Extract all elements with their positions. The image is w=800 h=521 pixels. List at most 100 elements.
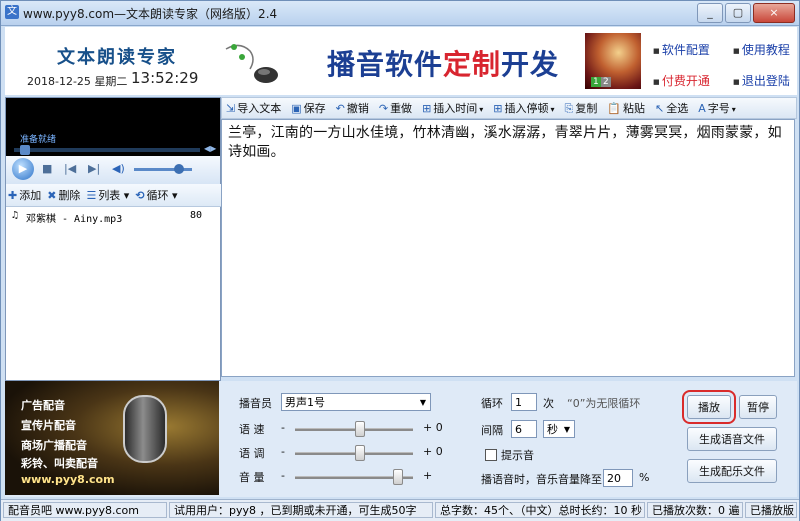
play-button[interactable]: 播放 [682, 390, 736, 424]
redo-label: 重做 [390, 102, 413, 115]
progress-bar[interactable] [14, 145, 200, 155]
tone-knob[interactable] [355, 445, 365, 461]
ad-banner[interactable]: 广告配音 宣传片配音 商场广播配音 彩铃、叫卖配音 www.pyy8.com [5, 381, 219, 495]
header-links: 软件配置 使用教程 付费开通 退出登陆 [653, 41, 800, 89]
cursor-icon: ↖ [655, 102, 665, 115]
date-display: 2018-12-25 星期二 [27, 73, 127, 89]
list-label: 列表 [98, 189, 121, 202]
undo-button[interactable]: ↶ 撤销 [336, 100, 369, 116]
volume-label: 音 量 [239, 471, 265, 484]
insert-pause-icon: ⊞ [493, 102, 503, 115]
save-icon: ▣ [291, 102, 302, 115]
import-icon: ⇲ [226, 102, 236, 115]
loop-count-label: 循环 [481, 397, 503, 410]
generate-voice-button[interactable]: 生成语音文件 [687, 427, 777, 451]
add-button[interactable]: ✚ 添加 [8, 187, 41, 203]
volume-icon[interactable]: ◀) [112, 162, 125, 175]
player-status: 准备就绪 [20, 135, 57, 145]
loop-count-input[interactable]: 1 [511, 393, 537, 411]
import-text-button[interactable]: ⇲ 导入文本 [226, 100, 281, 116]
stop-icon[interactable]: ■ [42, 162, 52, 175]
delete-icon: ✖ [47, 189, 57, 202]
weekday: 星期二 [94, 75, 128, 88]
announcer-select[interactable]: 男声1号 ▼ [281, 393, 431, 411]
redo-button[interactable]: ↷ 重做 [379, 100, 412, 116]
insert-pause-button[interactable]: ⊞ 插入停顿 ▾ [493, 100, 554, 116]
player-controls: ▶ ■ |◀ ▶| ◀) [6, 156, 220, 184]
speed-knob[interactable] [355, 421, 365, 437]
close-button[interactable]: × [753, 3, 795, 23]
paste-button[interactable]: 📋 粘贴 [607, 100, 645, 116]
delete-label: 删除 [58, 189, 81, 202]
select-all-button[interactable]: ↖ 全选 [655, 100, 688, 116]
track-duration: 80 [190, 210, 203, 221]
status-site: 配音员吧 www.pyy8.com [3, 502, 167, 518]
delete-button[interactable]: ✖ 删除 [47, 187, 80, 203]
tone-minus: - [281, 445, 285, 458]
insert-time-button[interactable]: ⊞ 插入时间 ▾ [422, 100, 483, 116]
music-note-icon: ♫ [12, 210, 19, 221]
volume-plus: + [423, 469, 433, 482]
import-label: 导入文本 [237, 102, 282, 115]
play-icon[interactable]: ▶ [12, 158, 34, 180]
ad-url: www.pyy8.com [21, 473, 115, 486]
loop-unit: 次 [543, 397, 554, 410]
interval-label: 间隔 [481, 424, 503, 437]
bgm-volume-input[interactable]: 20 [603, 469, 633, 487]
ad-line-3: 商场广播配音 [21, 439, 87, 452]
copy-label: 复制 [575, 102, 598, 115]
maximize-button[interactable]: ▢ [725, 3, 751, 23]
loop-icon: ⟲ [135, 189, 145, 202]
undo-icon: ↶ [335, 102, 345, 115]
chevron-down-icon: ▼ [563, 425, 571, 434]
add-label: 添加 [19, 189, 42, 202]
date: 2018-12-25 [27, 75, 91, 88]
slogan-text-end: 开发 [501, 48, 560, 81]
bgm-unit: % [639, 471, 650, 484]
status-played: 已播放次数：0 遍 [647, 502, 743, 518]
status-trial: 试用用户：pyy8 ，已到期或未开通，可生成50字 [169, 502, 433, 518]
volume-knob[interactable] [174, 164, 184, 174]
volume-level-knob[interactable] [393, 469, 403, 485]
editor-toolbar: ⇲ 导入文本 ▣ 保存 ↶ 撤销 ↷ 重做 ⊞ 插入时间 ▾ ⊞ 插入停顿 ▾ ⎘ 复制 📋 粘贴 … [221, 97, 797, 119]
link-tutorial[interactable]: 使用教程 [733, 41, 800, 58]
next-icon[interactable]: ▶| [88, 162, 100, 175]
save-label: 保存 [303, 102, 326, 115]
playlist-toolbar: ✚ 添加 ✖ 删除 ☰ 列表 ▾ ⟲ 循环 ▾ [6, 184, 222, 207]
loop-button[interactable]: ⟲ 循环 ▾ [135, 187, 177, 203]
list-button[interactable]: ☰ 列表 ▾ [86, 187, 129, 203]
list-item[interactable]: ♫ 邓紫棋 - Ainy.mp3 80 [6, 210, 220, 226]
link-pay[interactable]: 付费开通 [653, 72, 733, 89]
promo-image[interactable]: 1 2 [585, 33, 641, 89]
progress-handle[interactable] [20, 145, 30, 155]
text-editor[interactable]: 兰亭，江南的一方山水佳境，竹林清幽，溪水潺潺，青翠片片，薄雾冥冥，烟雨蒙蒙，如诗… [221, 119, 795, 377]
interval-input[interactable]: 6 [511, 420, 537, 438]
undo-label: 撤销 [346, 102, 369, 115]
progress-arrows-icon[interactable]: ◀▶ [204, 144, 216, 153]
promo-num-2: 2 [601, 77, 611, 87]
insert-time-label: 插入时间 [433, 102, 478, 115]
pause-button[interactable]: 暂停 [739, 395, 777, 419]
clock: 13:52:29 [131, 69, 199, 87]
interval-unit-select[interactable]: 秒 ▼ [543, 420, 575, 438]
banner: 文本朗读专家 2018-12-25 星期二 13:52:29 播音软件定制开发 … [5, 27, 797, 95]
link-logout[interactable]: 退出登陆 [733, 72, 800, 89]
font-size-button[interactable]: A 字号 ▾ [698, 100, 736, 116]
ad-line-4: 彩铃、叫卖配音 [21, 457, 98, 470]
track-name: 邓紫棋 - Ainy.mp3 [26, 214, 123, 225]
previous-icon[interactable]: |◀ [64, 162, 76, 175]
minimize-button[interactable]: _ [697, 3, 723, 23]
interval-unit-value: 秒 [547, 423, 558, 436]
sound-hint-checkbox[interactable] [485, 449, 497, 461]
tone-slider[interactable] [295, 452, 413, 455]
link-settings[interactable]: 软件配置 [653, 41, 733, 58]
loop-hint: “0”为无限循环 [567, 397, 641, 410]
save-button[interactable]: ▣ 保存 [291, 100, 325, 116]
bgm-label: 播语音时，音乐音量降至 [481, 473, 602, 486]
slogan: 播音软件定制开发 [327, 43, 559, 83]
copy-button[interactable]: ⎘ 复制 [565, 100, 598, 116]
playlist: ♫ 邓紫棋 - Ainy.mp3 80 [6, 210, 220, 226]
insert-pause-label: 插入停顿 [504, 102, 549, 115]
speed-slider[interactable] [295, 428, 413, 431]
generate-music-button[interactable]: 生成配乐文件 [687, 459, 777, 483]
